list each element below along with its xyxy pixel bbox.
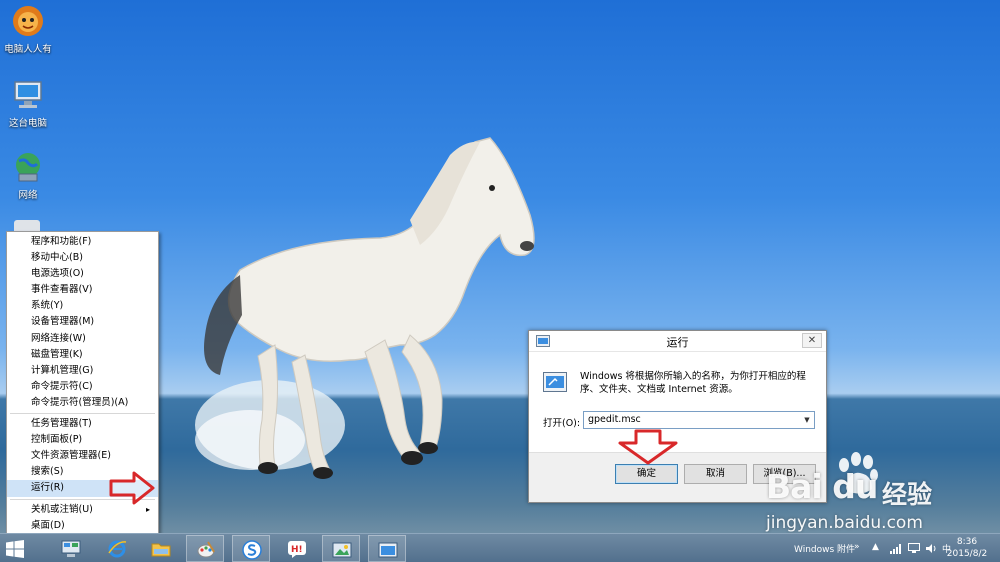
desktop-icon-this-pc[interactable]: 这台电脑 [0,78,56,129]
winx-menu-item[interactable]: 系统(Y) [7,298,158,314]
taskbar-run-window[interactable] [368,535,406,562]
computer-icon [14,81,42,108]
network-globe-icon [16,153,40,182]
chat-bubble-icon: H! [288,541,306,558]
control-panel-icon [61,540,81,557]
taskbar-hi-app[interactable]: H! [278,535,316,562]
watermark-brand-cn: 经验 [882,480,933,509]
desktop-icon-network[interactable]: 网络 [0,150,56,201]
paint-palette-icon [197,541,215,558]
cancel-button[interactable]: 取消 [684,464,747,484]
winx-menu-item[interactable]: 程序和功能(F) [7,234,158,250]
winx-menu-item[interactable]: 桌面(D) [7,518,158,534]
folder-icon [151,543,171,557]
winx-menu-item-label: 控制面板(P) [31,434,83,446]
ok-button[interactable]: 确定 [615,464,678,484]
open-command-input[interactable]: gpedit.msc ▼ [583,411,815,429]
run-program-icon [543,372,567,392]
winx-menu-item-label: 搜索(S) [31,466,64,478]
winx-menu-item-label: 命令提示符(C) [31,380,93,392]
watermark-url: jingyan.baidu.com [766,513,923,533]
winx-menu-item-label: 磁盘管理(K) [31,348,83,360]
winx-menu-item-label: 电源选项(O) [31,268,84,280]
winx-menu-item[interactable]: 命令提示符(管理员)(A) [7,395,158,411]
winx-menu-item[interactable]: 电源选项(O) [7,266,158,282]
taskbar-file-explorer[interactable] [142,535,180,562]
taskbar-paint[interactable] [186,535,224,562]
desktop-icon-mascot[interactable]: 电脑人人有 [0,4,56,55]
run-description: Windows 将根据你所输入的名称，为你打开相应的程序、文件夹、文档或 Int… [580,371,806,395]
run-window-icon [378,542,398,558]
winx-menu-item-label: 系统(Y) [31,300,64,312]
taskbar-photo-viewer[interactable] [322,535,360,562]
svg-text:H!: H! [291,545,303,555]
taskbar-sogou[interactable] [232,535,270,562]
winx-menu-item-label: 移动中心(B) [31,252,83,264]
winx-menu-item-label: 事件查看器(V) [31,284,93,296]
winx-menu-item[interactable]: 计算机管理(G) [7,363,158,379]
network-monitor-icon[interactable] [908,543,920,554]
taskbar-clock[interactable]: 8:36 2015/8/2 [942,536,992,560]
winx-menu-item[interactable]: 网络连接(W) [7,331,158,347]
winx-menu-item[interactable]: 文件资源管理器(E) [7,448,158,464]
desktop-icon-label: 网络 [18,190,38,201]
winx-menu-item[interactable]: 磁盘管理(K) [7,347,158,363]
winx-menu-item-label: 关机或注销(U) [31,503,93,515]
winx-menu-item-label: 程序和功能(F) [31,236,92,247]
image-viewer-icon [332,542,352,558]
taskbar-computer-manager[interactable] [52,535,90,562]
speaker-icon[interactable] [925,543,937,554]
winx-menu-item-label: 计算机管理(G) [31,364,94,376]
winx-group-system: 程序和功能(F) 移动中心(B) 电源选项(O) 事件查看器(V) 系统(Y) 设备管理器… [7,234,158,411]
winx-menu-item-label: 命令提示符(管理员)(A) [31,396,129,408]
internet-explorer-icon [108,540,127,558]
winx-group-power: 关机或注销(U) ▸ 桌面(D) [7,502,158,534]
sogou-s-icon [242,540,262,560]
desktop-icon-label: 电脑人人有 [4,44,52,55]
red-arrow-down-pointer [618,429,678,465]
winx-menu-item-label: 设备管理器(M) [31,316,95,328]
desktop-icon-label: 这台电脑 [8,118,47,129]
run-dialog-title: 运行 [666,336,689,349]
menu-separator [10,413,155,415]
winx-menu-item-label: 文件资源管理器(E) [31,450,111,462]
close-icon[interactable]: ✕ [802,333,822,348]
red-arrow-left-pointer [109,471,155,505]
lion-mascot-icon [13,6,43,36]
run-dialog-titlebar[interactable]: 运行 ✕ [529,331,826,352]
tray-up-arrow-icon[interactable]: ▲ [872,542,879,552]
winx-menu-item[interactable]: 命令提示符(C) [7,379,158,395]
watermark-brand: Bai du [766,467,878,506]
winx-menu-item[interactable]: 移动中心(B) [7,250,158,266]
windows-start-icon[interactable] [6,540,24,558]
winx-menu-item[interactable]: 设备管理器(M) [7,314,158,330]
signal-bars-icon[interactable] [890,544,902,554]
toolbar-chevron-icon[interactable]: » [854,542,860,552]
taskbar-internet-explorer[interactable] [98,535,136,562]
clock-time: 8:36 [956,537,978,547]
winx-menu-item-label: 运行(R) [31,482,65,494]
winx-menu-item-label: 任务管理器(T) [31,418,92,430]
winx-menu-item[interactable]: 事件查看器(V) [7,282,158,298]
open-command-value: gpedit.msc [588,414,641,425]
chevron-down-icon[interactable]: ▼ [800,412,814,428]
winx-menu-item-label: 桌面(D) [31,519,65,531]
winx-menu-item-label: 网络连接(W) [31,332,86,344]
taskbar: H! Windows 附件 » ▲ 中 8:36 2015/8/2 [0,533,1000,562]
windows-accessories-toolbar[interactable]: Windows 附件 [794,542,855,555]
winx-menu-item[interactable]: 控制面板(P) [7,432,158,448]
white-horse-image [195,137,535,479]
open-label: 打开(O): [543,418,581,429]
clock-date: 2015/8/2 [946,549,988,559]
baidu-jingyan-watermark: Bai du 经验 jingyan.baidu.com [760,452,990,535]
winx-menu-item[interactable]: 任务管理器(T) [7,416,158,432]
